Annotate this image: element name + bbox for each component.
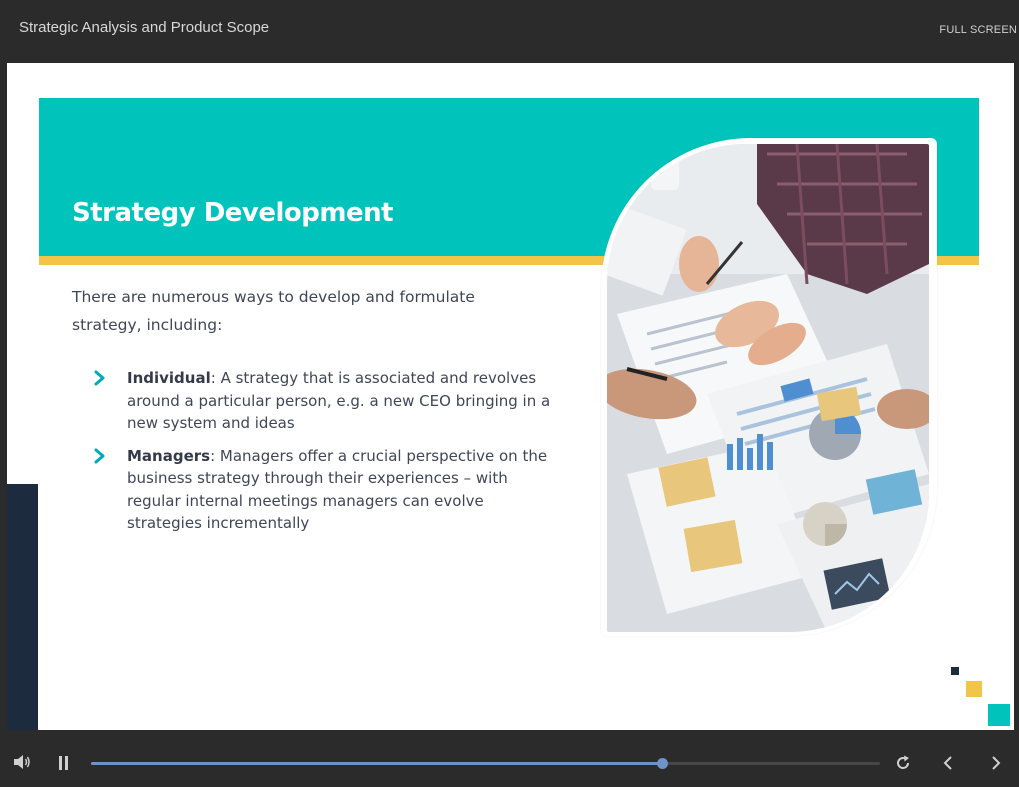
next-icon[interactable] — [990, 755, 1002, 771]
course-title: Strategic Analysis and Product Scope — [19, 19, 270, 36]
decorative-square-navy — [951, 667, 959, 675]
bullet-item-managers: Managers: Managers offer a crucial persp… — [93, 445, 563, 535]
bullet-term: Managers — [127, 446, 211, 465]
fullscreen-button[interactable]: FULL SCREEN — [939, 24, 1017, 36]
slide-intro-text: There are numerous ways to develop and f… — [72, 288, 475, 334]
chevron-right-icon — [94, 448, 105, 463]
bullet-term: Individual — [127, 369, 211, 387]
meeting-illustration — [607, 144, 929, 632]
volume-icon[interactable] — [13, 754, 31, 770]
slide-canvas: Strategy Development There are numerous … — [7, 63, 1014, 730]
decorative-square-gold — [966, 681, 982, 697]
replay-icon[interactable] — [895, 755, 911, 771]
progress-fill — [91, 762, 663, 765]
progress-bar[interactable] — [91, 758, 880, 769]
team-meeting-photo — [607, 144, 929, 632]
decorative-side-bar — [7, 484, 38, 730]
player-controls — [0, 738, 1019, 787]
pause-icon[interactable] — [58, 756, 70, 770]
chevron-right-icon — [94, 370, 105, 386]
slide-heading: Strategy Development — [72, 198, 394, 228]
previous-icon[interactable] — [942, 755, 954, 771]
decorative-square-teal — [988, 704, 1010, 726]
progress-handle[interactable] — [657, 758, 669, 769]
bullet-item-individual: Individual: A strategy that is associate… — [93, 367, 563, 435]
bullet-list: Individual: A strategy that is associate… — [93, 367, 563, 545]
player-header: Strategic Analysis and Product Scope FUL… — [0, 0, 1019, 62]
